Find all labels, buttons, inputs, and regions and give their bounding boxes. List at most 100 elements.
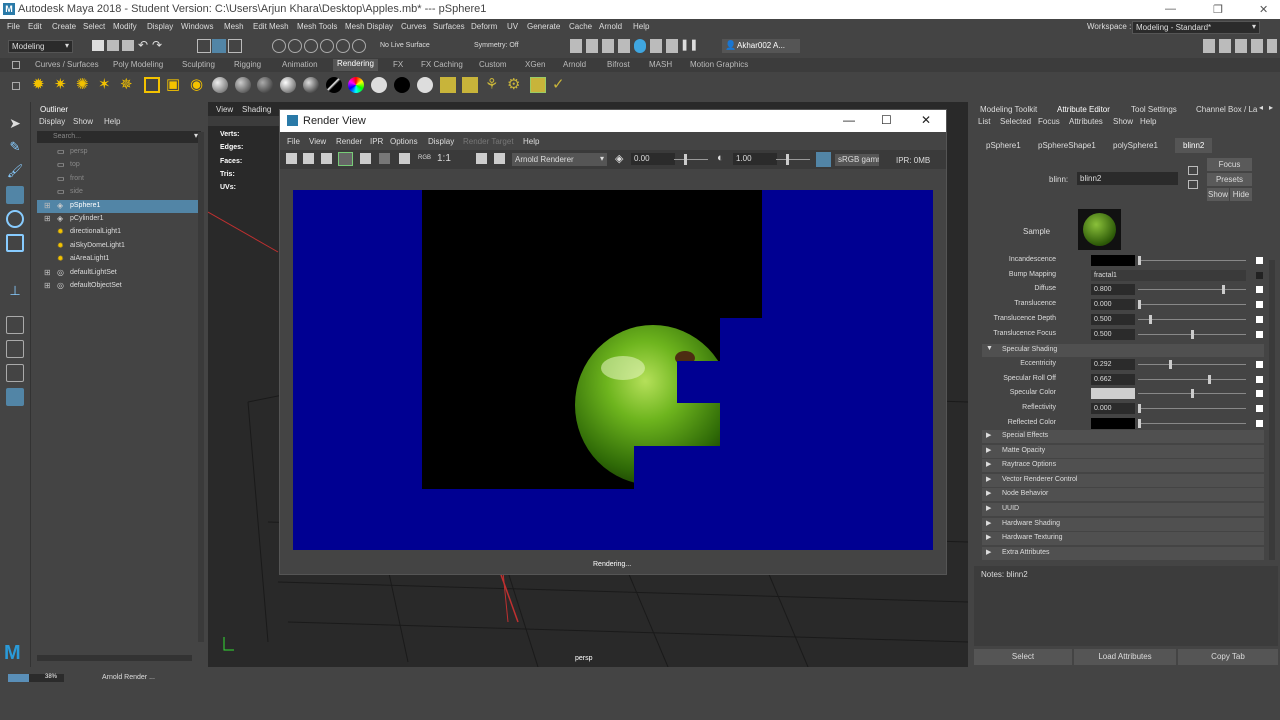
close-icon[interactable]: ✕: [1259, 3, 1268, 16]
menu-cache[interactable]: Cache: [569, 22, 592, 31]
menu-edit-mesh[interactable]: Edit Mesh: [253, 22, 289, 31]
shelf-tab-animation[interactable]: Animation: [282, 60, 318, 69]
tab-tool-settings[interactable]: Tool Settings: [1131, 105, 1177, 114]
attribute-slider-knob[interactable]: [1138, 418, 1141, 428]
single-pane-icon[interactable]: [6, 316, 24, 334]
section-hardware-shading[interactable]: ▶ Hardware Shading: [982, 517, 1264, 531]
phonge-shader-icon[interactable]: [280, 77, 296, 93]
attribute-slider-track[interactable]: [1138, 260, 1246, 261]
ae-menu-list[interactable]: List: [978, 117, 990, 126]
attribute-slider-track[interactable]: [1138, 364, 1246, 365]
ambient-light-icon[interactable]: ✶: [98, 77, 114, 93]
maya-m-icon[interactable]: M: [4, 642, 21, 665]
menu-help[interactable]: Help: [633, 22, 649, 31]
expand-icon[interactable]: ⊞: [44, 214, 51, 223]
menu-generate[interactable]: Generate: [527, 22, 560, 31]
attribute-slider-knob[interactable]: [1138, 256, 1141, 265]
render-current-shelf-icon[interactable]: [530, 77, 546, 93]
chevron-right-icon[interactable]: ▸: [1269, 103, 1273, 112]
chevron-left-icon[interactable]: ◂: [1259, 103, 1263, 112]
move-tool-icon[interactable]: [6, 186, 24, 204]
shelf-tab-fx[interactable]: FX: [393, 60, 403, 69]
area-light-icon[interactable]: ✵: [120, 77, 136, 93]
tab-channel-box[interactable]: Channel Box / La: [1196, 105, 1257, 114]
render-view-window[interactable]: Render View — ☐ ✕ File View Render IPR O…: [279, 109, 947, 575]
shelf-tab-fx-caching[interactable]: FX Caching: [421, 60, 463, 69]
shelf-tab-sculpting[interactable]: Sculpting: [182, 60, 215, 69]
menu-windows[interactable]: Windows: [181, 22, 213, 31]
color-swatch[interactable]: [1091, 388, 1135, 400]
attribute-slider-knob[interactable]: [1190, 389, 1194, 399]
exposure-slider-knob[interactable]: [684, 154, 687, 165]
section-extra-attributes[interactable]: ▶ Extra Attributes: [982, 546, 1264, 560]
menu-mesh-display[interactable]: Mesh Display: [345, 22, 393, 31]
new-scene-icon[interactable]: [92, 40, 104, 51]
map-button-icon[interactable]: [1256, 330, 1263, 338]
section-special-effects[interactable]: ▶ Special Effects: [982, 430, 1264, 443]
attribute-slider-knob[interactable]: [1222, 285, 1225, 295]
attribute-slider-track[interactable]: [1138, 318, 1246, 320]
ipr-shelf-icon[interactable]: ⚙: [507, 77, 523, 93]
load-attributes-button[interactable]: Load Attributes: [1074, 649, 1176, 665]
focus-node-icon[interactable]: [1188, 166, 1198, 175]
attribute-scrollbar[interactable]: [1269, 260, 1275, 560]
lasso-tool-icon[interactable]: ✎: [6, 138, 24, 156]
select-tool-icon[interactable]: ➤: [6, 114, 24, 132]
menu-modify[interactable]: Modify: [113, 22, 137, 31]
shelf-tab-rendering[interactable]: Rendering: [333, 59, 378, 71]
hypershade-icon[interactable]: [634, 39, 646, 53]
pause-icon[interactable]: ❚❚: [680, 38, 698, 51]
map-button-icon[interactable]: [1256, 390, 1263, 398]
workspace-select[interactable]: Modeling - Standard* ▾: [1132, 21, 1260, 34]
section-specular-shading[interactable]: ▼ Specular Shading: [982, 344, 1264, 357]
live-surface-label[interactable]: No Live Surface: [380, 42, 430, 49]
rv-menu-view[interactable]: View: [309, 137, 326, 146]
attribute-slider-knob[interactable]: [1168, 360, 1172, 369]
restore-icon[interactable]: ❐: [1213, 3, 1223, 16]
menu-uv[interactable]: UV: [507, 22, 518, 31]
section-hardware-texturing[interactable]: ▶ Hardware Texturing: [982, 532, 1264, 546]
attribute-slider-track[interactable]: [1138, 289, 1246, 291]
attribute-editor-icon[interactable]: [1219, 39, 1231, 53]
shelf-tab-bifrost[interactable]: Bifrost: [607, 60, 630, 69]
channel-box-icon[interactable]: [1251, 39, 1263, 53]
outliner-item[interactable]: ✹ directionalLight1: [37, 226, 203, 239]
outliner-icon[interactable]: [1267, 39, 1277, 53]
menu-edit[interactable]: Edit: [28, 22, 42, 31]
render-canvas[interactable]: [293, 190, 933, 550]
render-region-icon[interactable]: [303, 153, 314, 164]
expand-icon[interactable]: ⊞: [44, 268, 51, 277]
attribute-slider-knob[interactable]: [1190, 329, 1194, 339]
tool-settings-icon[interactable]: [1235, 39, 1247, 53]
ae-menu-focus[interactable]: Focus: [1038, 117, 1060, 126]
ae-menu-show[interactable]: Show: [1113, 117, 1133, 126]
rv-menu-display[interactable]: Display: [428, 137, 454, 146]
attribute-value-field[interactable]: 0.000: [1091, 299, 1135, 311]
redo-icon[interactable]: ↷: [152, 38, 162, 52]
use-background-icon[interactable]: [394, 77, 410, 93]
render-view-icon[interactable]: [618, 39, 630, 53]
redo-render-icon[interactable]: [286, 153, 297, 164]
render-settings-shelf-icon[interactable]: [440, 77, 456, 93]
rotate-tool-icon[interactable]: [6, 210, 24, 228]
phong-shader-icon[interactable]: [257, 77, 273, 93]
gamma-field[interactable]: 1.00: [733, 153, 777, 165]
outliner-hscrollbar[interactable]: [37, 655, 192, 661]
shelf-tab-arnold[interactable]: Arnold: [563, 60, 586, 69]
attribute-value-field[interactable]: 0.500: [1091, 313, 1135, 325]
ae-menu-attributes[interactable]: Attributes: [1069, 117, 1103, 126]
outliner-item[interactable]: ✹ aiAreaLight1: [37, 253, 203, 266]
shelf-settings-icon[interactable]: [12, 61, 20, 69]
snapshot-icon[interactable]: [321, 153, 332, 164]
render-current-icon[interactable]: [586, 39, 598, 53]
mode-select[interactable]: Modeling ▾: [8, 40, 73, 53]
snap-point-icon[interactable]: [304, 39, 318, 53]
shading-map-icon[interactable]: [417, 77, 433, 93]
ae-menu-help[interactable]: Help: [1140, 117, 1156, 126]
map-button-icon[interactable]: [1256, 419, 1263, 427]
hide-button[interactable]: Hide: [1230, 188, 1252, 201]
menu-create[interactable]: Create: [52, 22, 76, 31]
select-objects-icon[interactable]: [212, 39, 226, 53]
scale-tool-icon[interactable]: [6, 234, 24, 252]
snap-vertex-icon[interactable]: [352, 39, 366, 53]
